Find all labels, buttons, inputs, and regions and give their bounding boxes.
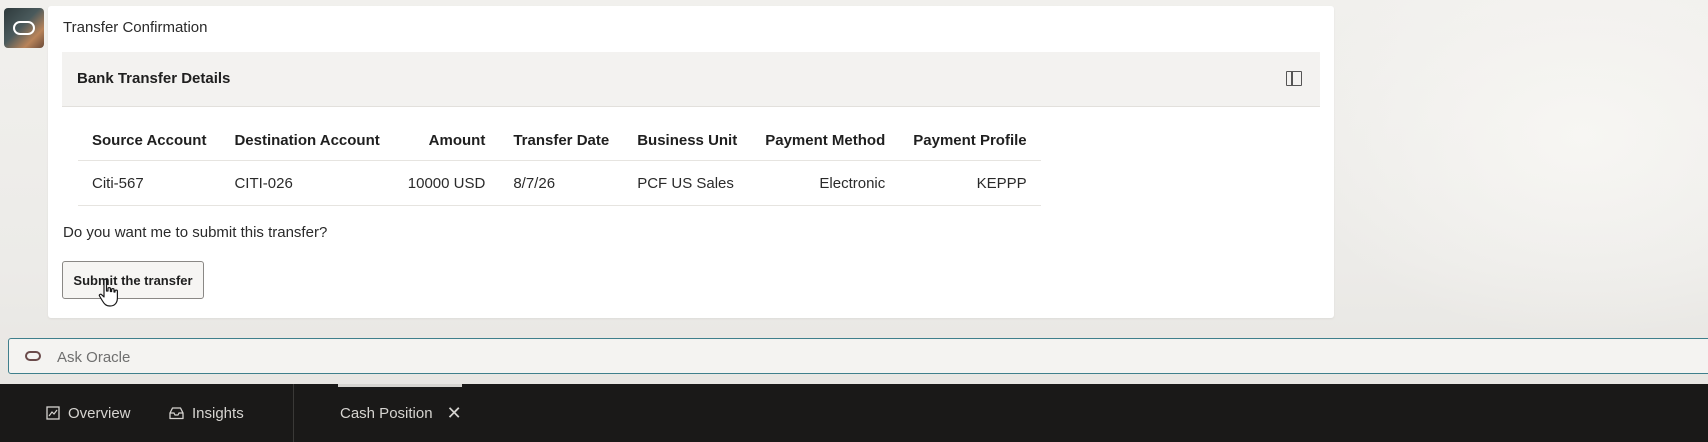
tab-cash-position[interactable]: Cash Position ✕: [340, 384, 462, 442]
tab-insights[interactable]: Insights: [169, 384, 244, 442]
header-business-unit: Business Unit: [623, 120, 752, 161]
panel-title: Bank Transfer Details: [77, 70, 231, 87]
header-source-account: Source Account: [78, 120, 221, 161]
bank-transfer-details-header: Bank Transfer Details: [62, 52, 1320, 107]
cell-payment-profile: KEPPP: [899, 160, 1041, 206]
cell-transfer-date: 8/7/26: [499, 160, 624, 206]
table-row: Citi-567 CITI-026 10000 USD 8/7/26 PCF U…: [78, 160, 1041, 206]
cell-amount: 10000 USD: [393, 160, 500, 206]
transfer-details-table: Source Account Destination Account Amoun…: [78, 120, 1041, 206]
confirmation-question: Do you want me to submit this transfer?: [63, 224, 328, 241]
cell-destination-account: CITI-026: [220, 160, 394, 206]
submit-transfer-button[interactable]: Submit the transfer: [62, 261, 204, 299]
header-payment-profile: Payment Profile: [899, 120, 1041, 161]
background-decoration: [1288, 0, 1708, 340]
bottom-navigation-bar: Overview Insights Cash Position ✕: [0, 384, 1708, 442]
header-transfer-date: Transfer Date: [499, 120, 624, 161]
transfer-confirmation-card: Transfer Confirmation Bank Transfer Deta…: [48, 6, 1334, 318]
insights-icon: [169, 407, 184, 420]
tab-insights-label: Insights: [192, 404, 244, 422]
cell-business-unit: PCF US Sales: [623, 160, 752, 206]
header-payment-method: Payment Method: [751, 120, 900, 161]
card-title: Transfer Confirmation: [63, 19, 208, 36]
close-icon[interactable]: ✕: [447, 403, 462, 424]
cell-source-account: Citi-567: [78, 160, 221, 206]
overview-icon: [46, 406, 60, 420]
header-destination-account: Destination Account: [220, 120, 394, 161]
header-amount: Amount: [393, 120, 500, 161]
tab-cash-position-label: Cash Position: [340, 404, 433, 422]
tab-overview-label: Overview: [68, 404, 131, 422]
side-panel-icon[interactable]: [1286, 71, 1302, 86]
oracle-ring-icon: [25, 351, 41, 361]
nav-divider: [293, 384, 294, 442]
ask-oracle-bar[interactable]: [8, 338, 1708, 374]
assistant-avatar-icon: [4, 8, 44, 48]
table-header-row: Source Account Destination Account Amoun…: [78, 120, 1041, 161]
hand-cursor-icon: [98, 278, 118, 307]
cell-payment-method: Electronic: [751, 160, 900, 206]
oracle-logo-icon: [13, 21, 35, 35]
tab-overview[interactable]: Overview: [46, 384, 131, 442]
ask-oracle-input[interactable]: [55, 343, 659, 371]
